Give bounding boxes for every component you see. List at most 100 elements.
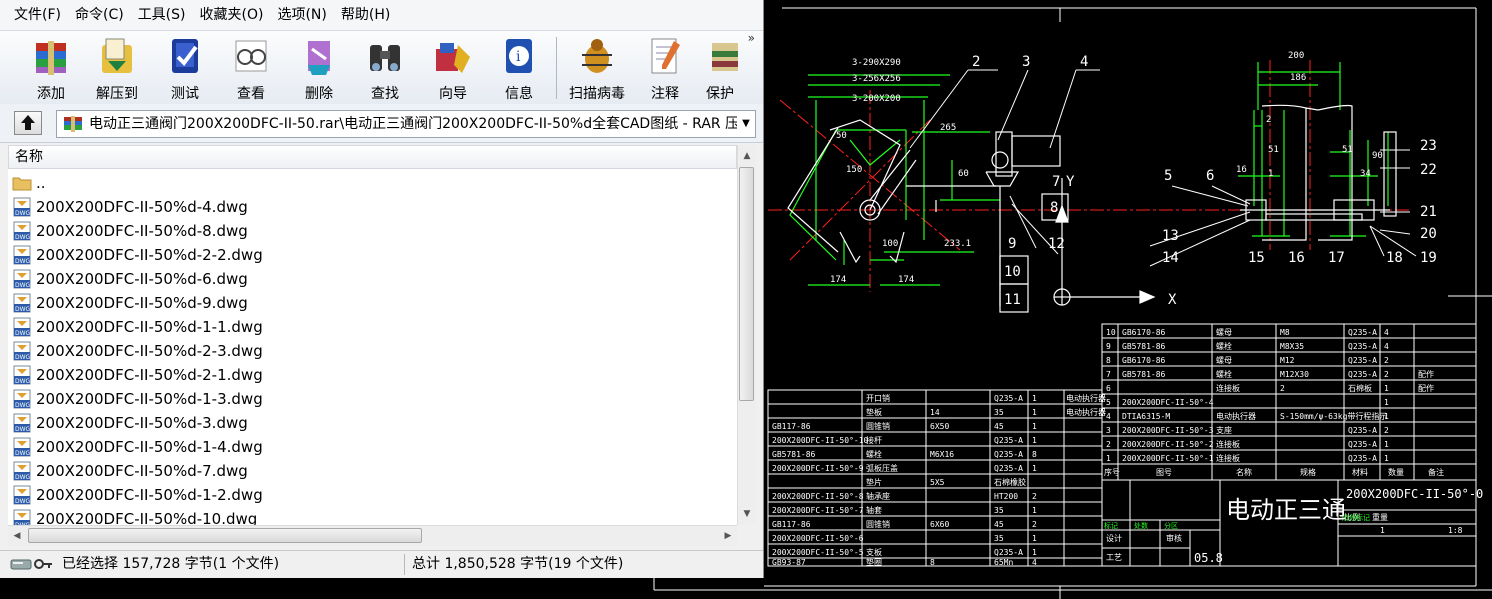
list-item[interactable]: DWG 200X200DFC-II-50%d-1-2.dwg xyxy=(12,483,263,507)
delete-icon xyxy=(308,41,330,75)
drive-icon[interactable] xyxy=(10,557,32,571)
svg-text:8: 8 xyxy=(930,558,935,567)
svg-text:工艺: 工艺 xyxy=(1106,553,1122,562)
virus-scan-button[interactable]: 扫描病毒 xyxy=(564,31,630,105)
wizard-button[interactable]: 向导 xyxy=(420,31,486,105)
svg-text:Q235-A: Q235-A xyxy=(994,436,1023,445)
svg-text:接杆: 接杆 xyxy=(866,435,882,445)
info-button[interactable]: i 信息 xyxy=(486,31,552,105)
svg-text:8: 8 xyxy=(1050,200,1058,216)
list-item-parent-folder[interactable]: .. xyxy=(12,171,46,195)
list-item[interactable]: DWG 200X200DFC-II-50%d-1-1.dwg xyxy=(12,315,263,339)
dwg-file-icon: DWG xyxy=(13,221,31,241)
key-lock-icon[interactable] xyxy=(34,557,54,571)
svg-text:2: 2 xyxy=(1384,356,1389,365)
info-icon: i xyxy=(506,39,532,73)
column-header-name[interactable]: 名称 xyxy=(8,145,737,169)
menu-file[interactable]: 文件(F) xyxy=(0,0,68,30)
dwg-file-icon: DWG xyxy=(13,509,31,525)
comment-label: 注释 xyxy=(651,86,679,102)
list-item[interactable]: DWG 200X200DFC-II-50%d-4.dwg xyxy=(12,195,248,219)
svg-text:HT200: HT200 xyxy=(994,492,1018,501)
list-item[interactable]: DWG 200X200DFC-II-50%d-2-2.dwg xyxy=(12,243,263,267)
up-one-level-button[interactable] xyxy=(14,111,42,135)
archive-path-combobox[interactable]: 电动正三通阀门200X200DFC-II-50.rar\电动正三通阀门200X2… xyxy=(56,110,756,138)
svg-text:M8: M8 xyxy=(1280,328,1290,337)
svg-text:DTIA6315-M: DTIA6315-M xyxy=(1122,412,1170,421)
menu-tools[interactable]: 工具(S) xyxy=(131,0,193,30)
view-label: 查看 xyxy=(237,86,265,102)
dwg-file-icon: DWG xyxy=(13,269,31,289)
svg-text:15: 15 xyxy=(1248,250,1265,266)
svg-text:1: 1 xyxy=(1032,408,1037,417)
dwg-file-icon: DWG xyxy=(13,293,31,313)
toolbar: 添加 解压到 测试 查看 删除 查找 向导 i 信息 扫描病毒 注释 保护 » xyxy=(0,30,763,106)
path-dropdown-arrow-icon[interactable]: ▼ xyxy=(737,111,755,137)
scroll-up-icon[interactable]: ▲ xyxy=(738,147,756,165)
list-item[interactable]: DWG 200X200DFC-II-50%d-2-3.dwg xyxy=(12,339,263,363)
toolbar-overflow-chevron[interactable]: » xyxy=(748,31,755,45)
scroll-down-icon[interactable]: ▼ xyxy=(738,505,756,523)
list-item[interactable]: DWG 200X200DFC-II-50%d-7.dwg xyxy=(12,459,248,483)
test-button[interactable]: 测试 xyxy=(152,31,218,105)
svg-text:1: 1 xyxy=(1384,384,1389,393)
menu-commands[interactable]: 命令(C) xyxy=(68,0,131,30)
svg-text:Q235-A: Q235-A xyxy=(994,464,1023,473)
dwg-file-icon: DWG xyxy=(13,317,31,337)
svg-text:DWG: DWG xyxy=(15,474,31,481)
scroll-right-icon[interactable]: ▶ xyxy=(719,527,737,545)
list-item[interactable]: DWG 200X200DFC-II-50%d-10.dwg xyxy=(12,507,257,525)
svg-text:200X200DFC-II-50°-8: 200X200DFC-II-50°-8 xyxy=(772,492,864,501)
protect-button[interactable]: 保护 xyxy=(698,31,738,105)
view-button[interactable]: 查看 xyxy=(218,31,284,105)
list-item[interactable]: DWG 200X200DFC-II-50%d-1-3.dwg xyxy=(12,387,263,411)
list-item[interactable]: DWG 200X200DFC-II-50%d-2-1.dwg xyxy=(12,363,263,387)
comment-button[interactable]: 注释 xyxy=(632,31,698,105)
file-name: 200X200DFC-II-50%d-8.dwg xyxy=(36,222,248,240)
svg-text:11: 11 xyxy=(1004,292,1021,308)
vertical-scrollbar[interactable]: ▲ ▼ xyxy=(737,145,756,525)
dwg-file-icon: DWG xyxy=(13,341,31,361)
scroll-left-icon[interactable]: ◀ xyxy=(8,527,26,545)
delete-button[interactable]: 删除 xyxy=(286,31,352,105)
horizontal-scroll-thumb[interactable] xyxy=(28,528,422,543)
list-item[interactable]: DWG 200X200DFC-II-50%d-8.dwg xyxy=(12,219,248,243)
svg-text:序号: 序号 xyxy=(1104,467,1120,477)
list-item[interactable]: DWG 200X200DFC-II-50%d-1-4.dwg xyxy=(12,435,263,459)
list-item[interactable]: DWG 200X200DFC-II-50%d-6.dwg xyxy=(12,267,248,291)
svg-text:1: 1 xyxy=(1384,440,1389,449)
protect-icon xyxy=(712,43,738,71)
svg-text:GB5781-86: GB5781-86 xyxy=(1122,342,1166,351)
delete-label: 删除 xyxy=(305,86,333,102)
add-archive-icon xyxy=(36,41,66,75)
svg-text:GB6170-86: GB6170-86 xyxy=(1122,328,1166,337)
svg-text:200X200DFC-II-50°-7: 200X200DFC-II-50°-7 xyxy=(772,506,864,515)
extract-to-button[interactable]: 解压到 xyxy=(84,31,150,105)
file-name: 200X200DFC-II-50%d-2-2.dwg xyxy=(36,246,263,264)
svg-text:9: 9 xyxy=(1008,236,1016,252)
svg-text:7: 7 xyxy=(1106,370,1111,379)
list-item[interactable]: DWG 200X200DFC-II-50%d-3.dwg xyxy=(12,411,248,435)
add-button[interactable]: 添加 xyxy=(18,31,84,105)
svg-text:4: 4 xyxy=(1032,558,1037,567)
menu-help[interactable]: 帮助(H) xyxy=(334,0,397,30)
vertical-scroll-thumb[interactable] xyxy=(739,167,754,401)
dwg-file-icon: DWG xyxy=(13,485,31,505)
list-item[interactable]: DWG 200X200DFC-II-50%d-9.dwg xyxy=(12,291,248,315)
svg-text:2: 2 xyxy=(972,54,980,70)
svg-text:5: 5 xyxy=(1106,398,1111,407)
svg-text:4: 4 xyxy=(1106,412,1111,421)
svg-text:配作: 配作 xyxy=(1418,383,1434,393)
menu-favorites[interactable]: 收藏夹(O) xyxy=(193,0,271,30)
svg-text:2: 2 xyxy=(1384,370,1389,379)
find-button[interactable]: 查找 xyxy=(352,31,418,105)
svg-text:3-290X290: 3-290X290 xyxy=(852,58,901,68)
info-label: 信息 xyxy=(505,86,533,102)
svg-text:14: 14 xyxy=(1162,250,1179,266)
svg-text:螺母: 螺母 xyxy=(1216,355,1232,365)
menu-options[interactable]: 选项(N) xyxy=(270,0,333,30)
svg-text:DWG: DWG xyxy=(15,354,31,361)
horizontal-scrollbar[interactable]: ◀ ▶ xyxy=(8,525,737,546)
svg-text:Q235-A: Q235-A xyxy=(994,450,1023,459)
svg-text:GB5781-86: GB5781-86 xyxy=(1122,370,1166,379)
